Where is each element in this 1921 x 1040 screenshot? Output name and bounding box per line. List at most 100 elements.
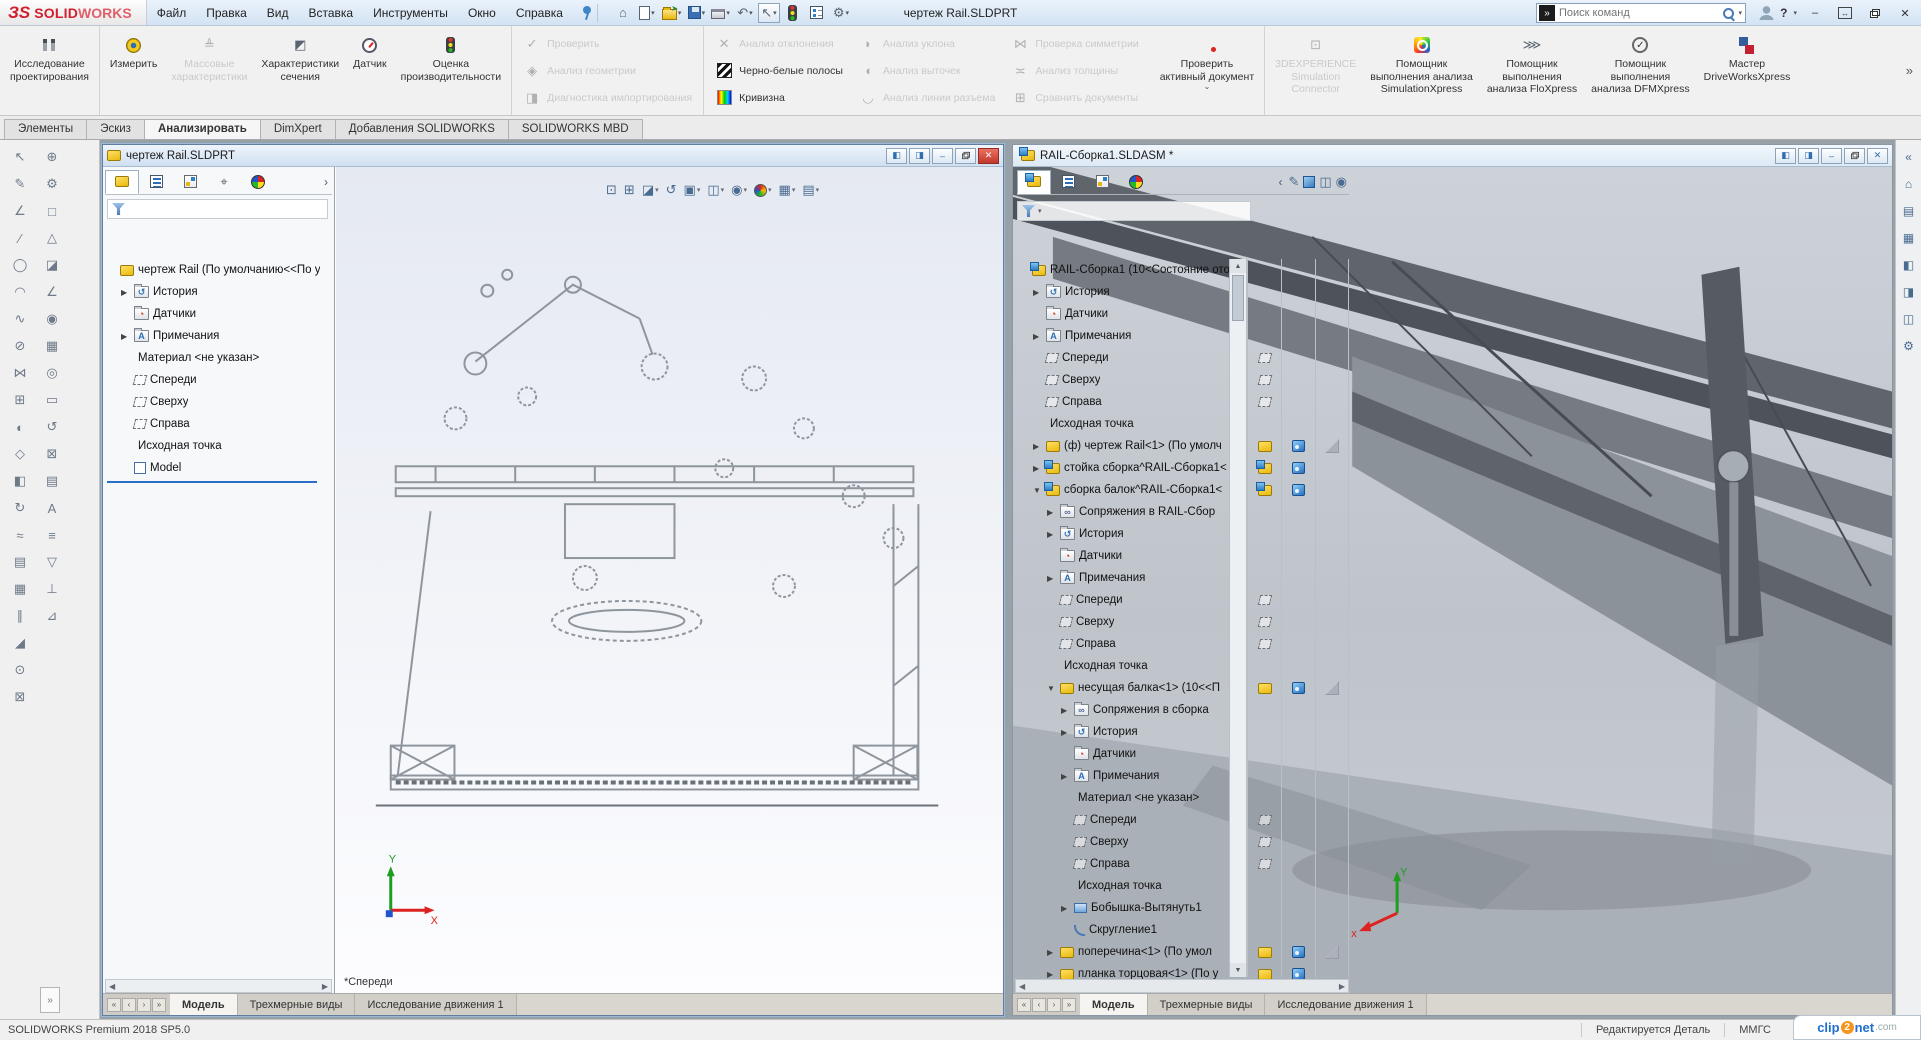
panel-tab-featuremanager[interactable] [105, 170, 139, 194]
assembly-tool[interactable]: ⊕ [40, 146, 64, 168]
tree-item-поперечина<1>[interactable]: ▶поперечина<1> (По умол [1047, 941, 1229, 963]
tree-item-RAIL-Сборка1[interactable]: RAIL-Сборка1 (10<Состояние ото [1019, 259, 1229, 281]
panel-collapse-chevron[interactable]: ‹ [1274, 175, 1286, 189]
collapsed-arrow-icon[interactable]: ▶ [1047, 530, 1056, 539]
tree-filter[interactable]: ▾ [1017, 201, 1251, 221]
select-cursor-button[interactable]: ↖▾ [758, 3, 780, 23]
tree-item-Справа[interactable]: Справа [121, 413, 332, 435]
tree-item-Исходная[interactable]: Исходная точка [1061, 875, 1229, 897]
hole-tool[interactable]: ⊙ [8, 659, 32, 681]
search-input[interactable] [1559, 7, 1722, 19]
tree-item-Примечания[interactable]: ▶AПримечания [1061, 765, 1229, 787]
minimize-button[interactable]: – [932, 148, 953, 164]
exploded-view-tool[interactable]: △ [40, 227, 64, 249]
filter-caret-icon[interactable]: ▾ [1038, 207, 1042, 215]
tree-item-(ф)[interactable]: ▶(ф) чертеж Rail<1> (По умолч [1033, 435, 1229, 457]
tab-эскиз[interactable]: Эскиз [86, 119, 145, 139]
ribbon-button-deviation-analysis[interactable]: ✕Анализ отклонения [709, 30, 849, 57]
panel-tab-configuration-manager[interactable] [173, 170, 207, 194]
ribbon-button-mass-properties[interactable]: ≜Массовые характеристики [164, 28, 254, 113]
home-pane[interactable]: ⌂ [1900, 175, 1918, 193]
view-palette[interactable]: ◧ [1900, 256, 1918, 274]
select-tool[interactable]: ↖ [8, 146, 32, 168]
tree-item-История[interactable]: ▶↺История [1061, 721, 1229, 743]
restore-button[interactable] [955, 148, 976, 164]
collapsed-arrow-icon[interactable]: ▶ [1047, 574, 1056, 583]
doc-nav-0[interactable]: « [1017, 998, 1031, 1012]
section-tool[interactable]: ◪ [40, 254, 64, 276]
new-document-button[interactable]: ▾ [636, 3, 658, 23]
chamfer-tool[interactable]: ◇ [8, 443, 32, 465]
ribbon-button-measure[interactable]: Измерить [103, 28, 164, 113]
tree-item-Датчики[interactable]: ◔Датчики [1047, 545, 1229, 567]
file-explorer[interactable]: ▦ [1900, 229, 1918, 247]
tab-элементы[interactable]: Элементы [4, 119, 87, 139]
tree-item-Справа[interactable]: Справа [1033, 391, 1229, 413]
ribbon-button-parting-line-analysis[interactable]: ◡Анализ линии разъема [853, 84, 1001, 111]
ribbon-button-sensor[interactable]: Датчик [346, 28, 393, 113]
doc-tab-модель[interactable]: Модель [170, 994, 238, 1015]
sketch-tool[interactable]: ✎ [8, 173, 32, 195]
extrude-tool[interactable]: ◧ [8, 470, 32, 492]
tab-dimxpert[interactable]: DimXpert [260, 119, 336, 139]
simulation-tool[interactable]: ⊠ [40, 443, 64, 465]
doc-tab-трехмерные-виды[interactable]: Трехмерные виды [1148, 994, 1266, 1015]
lights-tool[interactable]: ◎ [40, 362, 64, 384]
doc-nav-1[interactable]: ‹ [1032, 998, 1046, 1012]
component-tool[interactable]: □ [40, 200, 64, 222]
tree-item-Материал[interactable]: Материал <не указан> [1061, 787, 1229, 809]
settings-pane[interactable]: ⚙ [1900, 337, 1918, 355]
hide-show-items-button[interactable]: ◉▾ [729, 181, 749, 199]
tree-item-Спереди[interactable]: Спереди [1033, 347, 1229, 369]
tree-item-Материал[interactable]: Материал <не указан> [121, 347, 332, 369]
tree-item-Справа[interactable]: Справа [1047, 633, 1229, 655]
scroll-right-icon[interactable]: ▶ [322, 982, 328, 991]
section-view-button[interactable]: ◪▾ [640, 181, 661, 199]
revolve-tool[interactable]: ↻ [8, 497, 32, 519]
fillet-tool[interactable]: ◐ [8, 416, 32, 438]
tree-item-История[interactable]: ▶↺История [121, 281, 332, 303]
panel-tab-display-manager[interactable] [241, 170, 275, 194]
align-tool[interactable]: ⊥ [40, 578, 64, 600]
collapsed-arrow-icon[interactable]: ▶ [1047, 508, 1056, 517]
ribbon-button-thickness-analysis[interactable]: ≍Анализ толщины [1005, 57, 1144, 84]
tree-item-Сверху[interactable]: Сверху [1047, 611, 1229, 633]
scroll-right-icon[interactable]: ▶ [1339, 982, 1345, 991]
minimize-button[interactable]: – [1803, 4, 1827, 23]
smart-dimension-tool[interactable]: ∠ [8, 200, 32, 222]
tree-item-Исходная[interactable]: Исходная точка [1047, 655, 1229, 677]
menu-item-0[interactable]: Файл [147, 0, 197, 25]
ribbon-button-check-active-document[interactable]: Проверить активный документ⌄ [1153, 28, 1261, 113]
scene-tool[interactable]: ▦ [40, 335, 64, 357]
undo-button[interactable]: ↶▾ [734, 3, 756, 23]
ribbon-button-verify[interactable]: ✓Проверить [517, 30, 698, 57]
custom-properties[interactable]: ◫ [1900, 310, 1918, 328]
pane-right-button[interactable]: ◨ [909, 148, 930, 164]
home-button[interactable]: ⌂ [612, 3, 634, 23]
panel-expand-chevron[interactable]: › [320, 175, 332, 189]
tree-item-Сверху[interactable]: Сверху [121, 391, 332, 413]
collapsed-arrow-icon[interactable]: ▶ [1033, 442, 1042, 451]
previous-view-button[interactable]: ↺ [664, 181, 679, 199]
loft-tool[interactable]: ▤ [8, 551, 32, 573]
tree-hscrollbar[interactable]: ◀ ▶ [1015, 979, 1349, 993]
doc-tab-модель[interactable]: Модель [1080, 994, 1148, 1015]
collapse-pane[interactable]: « [1900, 148, 1918, 166]
tree-item-Исходная[interactable]: Исходная точка [121, 435, 332, 457]
scroll-down-icon[interactable]: ▼ [1230, 963, 1246, 977]
panel-tab-property-manager[interactable] [139, 170, 173, 194]
menu-item-3[interactable]: Вставка [299, 0, 364, 25]
doc-nav-2[interactable]: › [1047, 998, 1061, 1012]
tree-item-Бобышка-Вытянуть1[interactable]: ▶Бобышка-Вытянуть1 [1061, 897, 1229, 919]
ribbon-button-3dexperience[interactable]: ⊡3DEXPERIENCE Simulation Connector [1268, 28, 1363, 113]
tree-item-Датчики[interactable]: ◔Датчики [1033, 303, 1229, 325]
tree-item-сборка[interactable]: ▼сборка балок^RAIL-Сборка1< [1033, 479, 1229, 501]
ribbon-button-compare-documents[interactable]: ⊞Сравнить документы [1005, 84, 1144, 111]
tree-item-Примечания[interactable]: ▶AПримечания [1047, 567, 1229, 589]
expanded-arrow-icon[interactable]: ▼ [1047, 684, 1056, 693]
normal-tool[interactable]: ⊿ [40, 605, 64, 627]
edit-appearance-button[interactable]: ▾ [752, 183, 774, 198]
doc-tab-трехмерные-виды[interactable]: Трехмерные виды [238, 994, 356, 1015]
help-caret-icon[interactable]: ▾ [1793, 9, 1797, 17]
menu-item-1[interactable]: Правка [196, 0, 257, 25]
